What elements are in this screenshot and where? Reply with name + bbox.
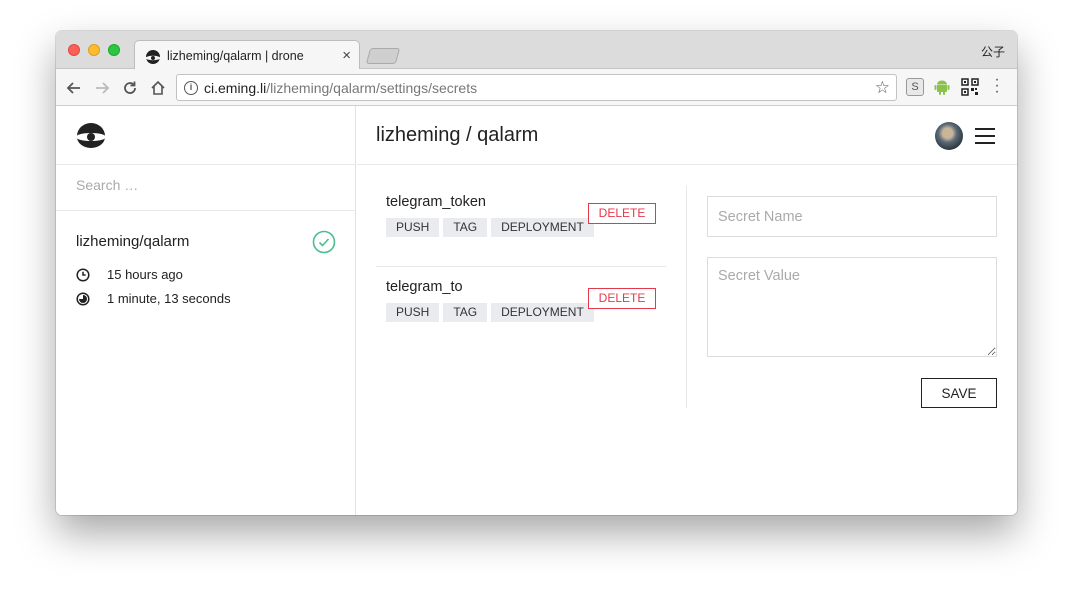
logo-row xyxy=(56,106,355,165)
save-button[interactable]: SAVE xyxy=(921,378,997,408)
event-badge-push: PUSH xyxy=(386,303,440,322)
forward-arrow-icon[interactable] xyxy=(92,78,112,98)
repo-name: lizheming/qalarm xyxy=(76,233,190,250)
new-tab-button[interactable] xyxy=(365,48,401,64)
success-check-icon xyxy=(312,230,336,254)
secret-item: telegram_token PUSH TAG DEPLOYMENT DELET… xyxy=(376,182,666,267)
title-bar: lizheming/qalarm | drone × 公子 xyxy=(56,31,1017,70)
reload-icon[interactable] xyxy=(120,78,140,98)
android-extension-icon[interactable] xyxy=(933,78,951,96)
secret-name: telegram_to xyxy=(386,279,463,295)
repo-list-item[interactable]: lizheming/qalarm 15 hours ago 1 minute, … xyxy=(56,211,355,311)
build-started-text: 15 hours ago xyxy=(107,267,183,282)
delete-secret-button[interactable]: DELETE xyxy=(588,203,656,224)
event-badge-deployment: DEPLOYMENT xyxy=(491,303,594,322)
extension-s-icon[interactable]: S xyxy=(906,78,924,96)
build-duration: 1 minute, 13 seconds xyxy=(76,291,231,306)
avatar[interactable] xyxy=(935,122,963,150)
secret-value-textarea[interactable] xyxy=(707,257,997,357)
timer-icon xyxy=(76,291,90,306)
back-arrow-icon[interactable] xyxy=(64,78,84,98)
delete-secret-button[interactable]: DELETE xyxy=(588,288,656,309)
event-badge-tag: TAG xyxy=(443,218,488,237)
build-started: 15 hours ago xyxy=(76,267,183,282)
secret-name-input[interactable] xyxy=(707,196,997,237)
hamburger-menu-icon[interactable] xyxy=(975,128,995,144)
tab-close-icon[interactable]: × xyxy=(342,47,351,64)
clock-icon xyxy=(76,267,90,282)
qr-code-icon[interactable] xyxy=(961,78,979,96)
minimize-window-button[interactable] xyxy=(88,44,100,56)
add-secret-form: SAVE xyxy=(707,196,997,408)
info-icon[interactable]: i xyxy=(184,81,198,95)
browser-menu-icon[interactable]: · · · xyxy=(992,72,1002,100)
maximize-window-button[interactable] xyxy=(108,44,120,56)
build-duration-text: 1 minute, 13 seconds xyxy=(107,291,231,306)
page-title: lizheming / qalarm xyxy=(376,124,539,146)
tab-title: lizheming/qalarm | drone xyxy=(167,49,304,63)
secret-name: telegram_token xyxy=(386,194,486,210)
event-badge-push: PUSH xyxy=(386,218,440,237)
main-header: lizheming / qalarm xyxy=(357,106,1017,165)
event-badge-deployment: DEPLOYMENT xyxy=(491,218,594,237)
main-content: lizheming / qalarm telegram_token PUSH T… xyxy=(357,106,1017,515)
profile-name[interactable]: 公子 xyxy=(981,43,1005,60)
url-text[interactable]: ci.eming.li/lizheming/qalarm/settings/se… xyxy=(204,80,477,96)
secret-events: PUSH TAG DEPLOYMENT xyxy=(386,303,594,322)
drone-app: lizheming/qalarm 15 hours ago 1 minute, … xyxy=(56,106,1017,515)
drone-favicon-icon xyxy=(145,50,161,64)
drone-logo-icon[interactable] xyxy=(75,122,107,150)
address-bar[interactable]: i ci.eming.li/lizheming/qalarm/settings/… xyxy=(176,74,897,101)
search-input[interactable] xyxy=(76,177,336,193)
secret-item: telegram_to PUSH TAG DEPLOYMENT DELETE xyxy=(376,267,666,352)
browser-tab-active[interactable]: lizheming/qalarm | drone × xyxy=(134,40,360,70)
event-badge-tag: TAG xyxy=(443,303,488,322)
sidebar: lizheming/qalarm 15 hours ago 1 minute, … xyxy=(56,106,356,515)
bookmark-star-icon[interactable]: ☆ xyxy=(875,78,890,98)
search-row xyxy=(56,165,355,211)
browser-toolbar: i ci.eming.li/lizheming/qalarm/settings/… xyxy=(56,69,1017,106)
column-divider xyxy=(686,186,687,408)
secret-events: PUSH TAG DEPLOYMENT xyxy=(386,218,594,237)
secrets-list: telegram_token PUSH TAG DEPLOYMENT DELET… xyxy=(376,182,666,352)
close-window-button[interactable] xyxy=(68,44,80,56)
browser-window: lizheming/qalarm | drone × 公子 i ci.eming… xyxy=(56,31,1017,515)
home-icon[interactable] xyxy=(148,78,168,98)
